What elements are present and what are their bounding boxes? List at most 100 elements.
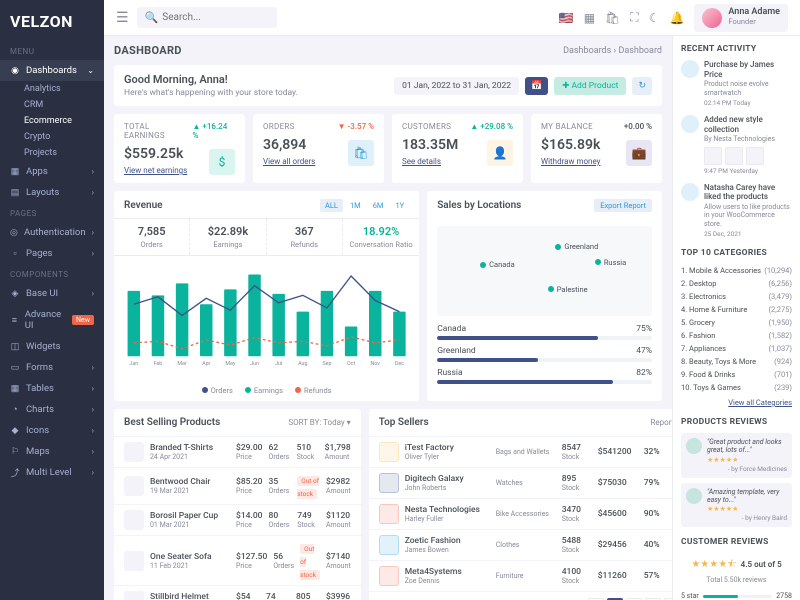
- stat-card: TOTAL EARNINGS▲ +16.24 % $559.25kView ne…: [114, 114, 245, 183]
- table-row[interactable]: Stillbird Helmet17 Jan 2021 $54Price 74O…: [114, 585, 361, 600]
- time-tab[interactable]: ALL: [320, 199, 343, 212]
- svg-text:Aug: Aug: [298, 361, 307, 367]
- user-avatar: [702, 8, 722, 28]
- category-row[interactable]: 1. Mobile & Accessories(10,294): [681, 264, 792, 277]
- category-row[interactable]: 6. Fashion(1,582): [681, 329, 792, 342]
- map-dot: Palestine: [548, 285, 588, 294]
- svg-text:Sep: Sep: [322, 361, 331, 367]
- product-image: [124, 551, 144, 571]
- product-image: [124, 510, 144, 530]
- category-row[interactable]: 3. Electronics(3,479): [681, 290, 792, 303]
- flag-icon[interactable]: 🇺🇸: [559, 11, 574, 25]
- table-row[interactable]: Branded T-Shirts24 Apr 2021 $29.00Price …: [114, 436, 361, 467]
- sidebar-item-forms[interactable]: ▭Forms›: [0, 357, 104, 378]
- search-input[interactable]: [162, 12, 268, 23]
- view-all-categories[interactable]: View all Categories: [681, 398, 792, 407]
- revenue-title: Revenue: [124, 200, 163, 211]
- stat-link[interactable]: View all orders: [263, 157, 315, 166]
- svg-text:Jul: Jul: [275, 361, 282, 367]
- apps-icon[interactable]: ▦: [584, 11, 595, 25]
- diamond-icon: ◆: [10, 426, 20, 436]
- table-row[interactable]: Bentwood Chair19 Mar 2021 $85.20Price 35…: [114, 467, 361, 504]
- sidebar-sub-projects[interactable]: Projects: [0, 145, 104, 161]
- table-row[interactable]: Zoetic FashionJames Bowen Clothes 5488St…: [369, 529, 672, 560]
- category-row[interactable]: 2. Desktop(6,256): [681, 277, 792, 290]
- table-row[interactable]: Borosil Paper Cup01 Mar 2021 $14.00Price…: [114, 504, 361, 535]
- sort-by[interactable]: SORT BY: Today ▾: [288, 418, 350, 427]
- time-tab[interactable]: 1Y: [390, 199, 409, 212]
- user-menu[interactable]: Anna Adame Founder: [694, 4, 788, 32]
- sidebar-item-dashboards[interactable]: ◉Dashboards⌄: [0, 60, 104, 81]
- table-row[interactable]: Nesta TechnologiesHarley Fuller Bike Acc…: [369, 498, 672, 529]
- export-button[interactable]: Export Report: [594, 199, 652, 212]
- activity-avatar: [681, 183, 699, 201]
- sidebar-item-charts[interactable]: ◔Charts›: [0, 399, 104, 420]
- add-product-button[interactable]: ✚ Add Product: [554, 77, 626, 95]
- sidebar-sub-crm[interactable]: CRM: [0, 97, 104, 113]
- sidebar-item-widgets[interactable]: ◫Widgets: [0, 336, 104, 357]
- menu-section: MENU: [0, 41, 104, 60]
- fullscreen-icon[interactable]: ⛶: [630, 10, 638, 25]
- table-row[interactable]: Meta4SystemsZoe Dennis Furniture 4100Sto…: [369, 560, 672, 591]
- category-row[interactable]: 7. Appliances(1,037): [681, 342, 792, 355]
- activity-avatar: [681, 115, 699, 133]
- new-badge: New: [72, 315, 94, 325]
- stat-link[interactable]: See details: [402, 157, 458, 166]
- category-row[interactable]: 4. Home & Furniture(2,275): [681, 303, 792, 316]
- report-dropdown[interactable]: Report ▾: [650, 418, 672, 427]
- category-row[interactable]: 8. Beauty, Toys & More(924): [681, 355, 792, 368]
- time-tab[interactable]: 1M: [345, 199, 366, 212]
- search-box[interactable]: 🔍: [137, 7, 277, 28]
- chart-icon: ◔: [10, 405, 20, 415]
- activity-item: Added new style collectionBy Nesta Techn…: [681, 115, 792, 175]
- svg-text:Apr: Apr: [202, 361, 210, 367]
- hamburger-icon[interactable]: ☰: [116, 10, 129, 26]
- refresh-button[interactable]: ↻: [632, 77, 652, 95]
- sidebar-item-icons[interactable]: ◆Icons›: [0, 420, 104, 441]
- calendar-icon[interactable]: 📅: [525, 77, 548, 95]
- time-tab[interactable]: 6M: [368, 199, 389, 212]
- sidebar-item-multi[interactable]: ⤴Multi Level›: [0, 462, 104, 483]
- sidebar-item-tables[interactable]: ▦Tables›: [0, 378, 104, 399]
- moon-icon[interactable]: ☾: [649, 11, 660, 25]
- sidebar-item-layouts[interactable]: ▤Layouts›: [0, 182, 104, 203]
- chevron-down-icon: ⌄: [87, 66, 94, 75]
- table-row[interactable]: iTest FactoryOliver Tyler Bags and Walle…: [369, 436, 672, 467]
- stat-link[interactable]: Withdraw money: [541, 157, 600, 166]
- date-range[interactable]: 01 Jan, 2022 to 31 Jan, 2022: [394, 77, 519, 95]
- sidebar-item-advance[interactable]: ≡Advance UINew: [0, 304, 104, 336]
- activity-item: Purchase by James PriceProduct noise evo…: [681, 60, 792, 107]
- category-row[interactable]: 10. Toys & Games(239): [681, 381, 792, 394]
- chart-svg: JanFebMarAprMayJunJulAugSepOctNovDec: [124, 262, 409, 372]
- category-row[interactable]: 9. Food & Drinks(701): [681, 368, 792, 381]
- stack-icon: ≡: [10, 315, 19, 325]
- table-row[interactable]: Digitech GalaxyJohn Roberts Watches 895S…: [369, 467, 672, 498]
- gauge-icon: ◉: [10, 66, 20, 76]
- activity-avatar: [681, 60, 699, 78]
- grid-icon: ▦: [10, 167, 20, 177]
- stat-icon: 💼: [626, 140, 652, 166]
- time-tabs: ALL1M6M1Y: [320, 199, 409, 212]
- sidebar-item-pages[interactable]: ▫Pages›: [0, 243, 104, 264]
- bell-icon[interactable]: 🔔: [669, 11, 684, 25]
- cart-icon[interactable]: 🛍: [605, 11, 620, 25]
- svg-text:Jan: Jan: [129, 361, 138, 367]
- sidebar-sub-ecommerce[interactable]: Ecommerce: [0, 113, 104, 129]
- category-row[interactable]: 5. Grocery(1,950): [681, 316, 792, 329]
- sidebar-item-baseui[interactable]: ◈Base UI›: [0, 283, 104, 304]
- sidebar-item-auth[interactable]: ◎Authentication›: [0, 222, 104, 243]
- table-row[interactable]: One Seater Sofa11 Feb 2021 $127.50Price …: [114, 535, 361, 585]
- sidebar-item-maps[interactable]: ⚐Maps›: [0, 441, 104, 462]
- rating-stars: ★★★★⯪: [691, 559, 736, 570]
- stat-link[interactable]: View net earnings: [124, 166, 187, 175]
- sidebar: VELZON MENU ◉Dashboards⌄ Analytics CRM E…: [0, 0, 104, 600]
- sidebar-sub-analytics[interactable]: Analytics: [0, 81, 104, 97]
- top-sellers-card: Top Sellers Report ▾ iTest FactoryOliver…: [369, 409, 672, 600]
- sidebar-sub-crypto[interactable]: Crypto: [0, 129, 104, 145]
- svg-text:May: May: [225, 361, 236, 367]
- stat-card: ORDERS▼ -3.57 % 36,894View all orders🛍: [253, 114, 384, 183]
- seller-logo: [379, 504, 399, 524]
- sidebar-item-apps[interactable]: ▦Apps›: [0, 161, 104, 182]
- pages-icon: ▫: [10, 249, 20, 259]
- widget-icon: ◫: [10, 342, 20, 352]
